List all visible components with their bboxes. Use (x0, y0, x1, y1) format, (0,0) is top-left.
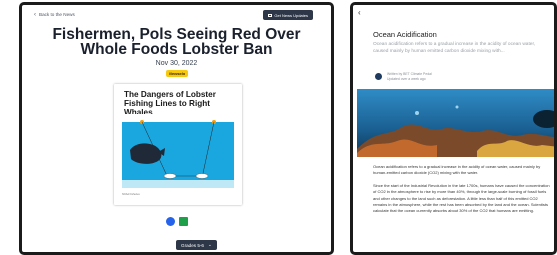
chevron-left-icon: ‹ (34, 11, 36, 18)
whale-illustration (122, 114, 234, 188)
ocean-article-screen: ‹ Ocean Acidification Ocean acidificatio… (350, 2, 557, 255)
news-button-label: Get News Updates (274, 12, 308, 18)
lobster-trap-left (163, 173, 177, 179)
small-fish (415, 111, 419, 115)
share-row (22, 217, 331, 226)
sky (122, 114, 234, 122)
small-fish (455, 105, 459, 109)
back-to-news-link[interactable]: ‹ Back to the News (34, 11, 75, 18)
coral-reef-image (357, 89, 554, 157)
publisher-logo: Newsela (166, 70, 188, 77)
article-title: Fishermen, Pols Seeing Red Over Whole Fo… (52, 26, 301, 58)
infographic-title: The Dangers of Lobster Fishing Lines to … (124, 90, 216, 117)
seabed (122, 180, 234, 188)
article-top-bar: ‹ Back to the News Get News Updates (22, 5, 331, 27)
grade-level-select[interactable]: Grades 5-6 ⌄ (176, 240, 217, 250)
grades-label: Grades 5-6 (181, 242, 204, 248)
get-news-updates-button[interactable]: Get News Updates (263, 10, 313, 20)
lobster-trap-right (195, 173, 209, 179)
article-body: Ocean acidification refers to a gradual … (373, 164, 551, 221)
chevron-down-icon: ⌄ (207, 242, 212, 247)
back-label: Back to the News (39, 12, 75, 17)
body-paragraph: Ocean acidification refers to a gradual … (373, 164, 541, 176)
avatar (375, 73, 382, 80)
updated-text: Updated over a week ago (387, 77, 426, 81)
back-icon[interactable]: ‹ (358, 8, 361, 17)
news-article-screen: ‹ Back to the News Get News Updates Fish… (19, 2, 334, 255)
body-paragraph: Since the start of the Industrial Revolu… (373, 182, 550, 214)
article-date: Nov 30, 2022 (155, 60, 198, 67)
infographic-card[interactable]: The Dangers of Lobster Fishing Lines to … (114, 84, 242, 205)
article-summary: Ocean acidification refers to a gradual … (373, 42, 536, 55)
article-title: Ocean Acidification (373, 30, 437, 39)
newsletter-icon (268, 13, 273, 17)
infographic-caption: NOAA Fisheries (122, 193, 140, 196)
link-icon[interactable] (165, 217, 175, 226)
author-info: Written by BET Climate Pedal Updated ove… (387, 72, 432, 82)
google-classroom-icon[interactable] (178, 217, 188, 226)
